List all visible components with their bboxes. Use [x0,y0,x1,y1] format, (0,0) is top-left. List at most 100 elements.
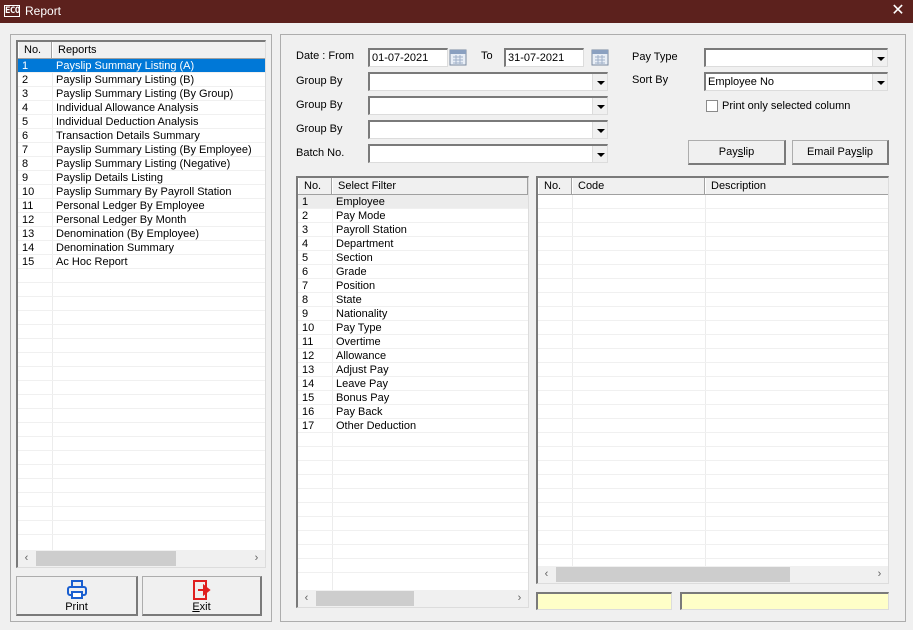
list-item[interactable] [538,335,888,349]
list-item[interactable] [298,517,528,531]
list-item[interactable]: 17 Other Deduction [298,419,528,433]
list-item[interactable]: 6 Grade [298,265,528,279]
scroll-left-icon[interactable]: ‹ [298,590,315,607]
list-item[interactable] [18,311,265,325]
list-item[interactable] [18,395,265,409]
list-item[interactable]: 9 Payslip Details Listing [18,171,265,185]
list-item[interactable] [298,475,528,489]
list-item[interactable]: 16 Pay Back [298,405,528,419]
scroll-thumb[interactable] [316,591,414,606]
list-item[interactable] [18,269,265,283]
list-item[interactable]: 4 Department [298,237,528,251]
print-button[interactable]: Print [16,576,138,616]
list-item[interactable]: 15 Ac Hoc Report [18,255,265,269]
list-item[interactable]: 5 Section [298,251,528,265]
group-by-2-select[interactable] [368,96,608,115]
list-item[interactable]: 1 Payslip Summary Listing (A) [18,59,265,73]
list-item[interactable]: 11 Overtime [298,335,528,349]
chevron-down-icon[interactable] [872,74,887,90]
list-item[interactable]: 12 Allowance [298,349,528,363]
payslip-button[interactable]: Payslip [688,140,786,165]
list-item[interactable]: 8 State [298,293,528,307]
list-item[interactable]: 3 Payslip Summary Listing (By Group) [18,87,265,101]
list-item[interactable]: 3 Payroll Station [298,223,528,237]
scroll-thumb[interactable] [36,551,176,566]
list-item[interactable] [298,503,528,517]
calendar-icon[interactable] [591,48,609,66]
list-item[interactable]: 5 Individual Deduction Analysis [18,115,265,129]
list-item[interactable] [538,405,888,419]
list-item[interactable]: 2 Pay Mode [298,209,528,223]
list-item[interactable]: 1 Employee [298,195,528,209]
list-item[interactable] [538,195,888,209]
list-item[interactable] [298,489,528,503]
list-item[interactable] [18,423,265,437]
list-item[interactable] [538,517,888,531]
list-item[interactable] [538,321,888,335]
col-description[interactable]: Description [705,178,888,194]
list-item[interactable] [18,465,265,479]
list-item[interactable] [538,209,888,223]
list-item[interactable] [298,447,528,461]
list-item[interactable] [538,433,888,447]
col-no[interactable]: No. [298,178,332,194]
list-item[interactable] [538,447,888,461]
list-item[interactable] [18,507,265,521]
chevron-down-icon[interactable] [592,98,607,114]
list-item[interactable] [298,545,528,559]
list-item[interactable]: 10 Payslip Summary By Payroll Station [18,185,265,199]
list-item[interactable]: 6 Transaction Details Summary [18,129,265,143]
col-code[interactable]: Code [572,178,705,194]
close-icon[interactable]: ✕ [883,0,913,23]
scroll-right-icon[interactable]: › [511,590,528,607]
date-from-input[interactable]: 01-07-2021 [368,48,448,67]
list-item[interactable]: 10 Pay Type [298,321,528,335]
list-item[interactable] [18,521,265,535]
list-item[interactable] [538,349,888,363]
list-item[interactable]: 11 Personal Ledger By Employee [18,199,265,213]
list-item[interactable] [18,325,265,339]
scroll-thumb[interactable] [556,567,790,582]
list-item[interactable]: 4 Individual Allowance Analysis [18,101,265,115]
list-item[interactable] [538,307,888,321]
code-hscrollbar[interactable]: ‹ › [538,566,888,583]
group-by-1-select[interactable] [368,72,608,91]
list-item[interactable]: 15 Bonus Pay [298,391,528,405]
list-item[interactable] [298,531,528,545]
list-item[interactable] [18,297,265,311]
list-item[interactable] [538,545,888,559]
email-payslip-button[interactable]: Email Payslip [792,140,889,165]
list-item[interactable] [18,283,265,297]
scroll-right-icon[interactable]: › [871,566,888,583]
filter-hscrollbar[interactable]: ‹ › [298,590,528,607]
col-select-filter[interactable]: Select Filter [332,178,528,194]
list-item[interactable] [538,475,888,489]
list-item[interactable] [18,353,265,367]
sort-by-select[interactable]: Employee No [704,72,888,91]
list-item[interactable]: 8 Payslip Summary Listing (Negative) [18,157,265,171]
list-item[interactable] [538,377,888,391]
exit-button[interactable]: Exit [142,576,262,616]
scroll-left-icon[interactable]: ‹ [538,566,555,583]
list-item[interactable] [18,409,265,423]
list-item[interactable] [538,461,888,475]
list-item[interactable] [18,479,265,493]
date-to-input[interactable]: 31-07-2021 [504,48,584,67]
col-no[interactable]: No. [18,42,52,58]
list-item[interactable] [18,451,265,465]
list-item[interactable]: 12 Personal Ledger By Month [18,213,265,227]
scroll-left-icon[interactable]: ‹ [18,550,35,567]
list-item[interactable]: 2 Payslip Summary Listing (B) [18,73,265,87]
list-item[interactable] [538,489,888,503]
list-item[interactable] [538,265,888,279]
print-selected-checkbox[interactable] [706,100,718,112]
list-item[interactable] [18,339,265,353]
list-item[interactable] [538,251,888,265]
list-item[interactable] [298,461,528,475]
chevron-down-icon[interactable] [592,122,607,138]
reports-hscrollbar[interactable]: ‹ › [18,550,265,567]
list-item[interactable]: 13 Adjust Pay [298,363,528,377]
list-item[interactable] [298,433,528,447]
list-item[interactable] [538,237,888,251]
list-item[interactable] [18,437,265,451]
